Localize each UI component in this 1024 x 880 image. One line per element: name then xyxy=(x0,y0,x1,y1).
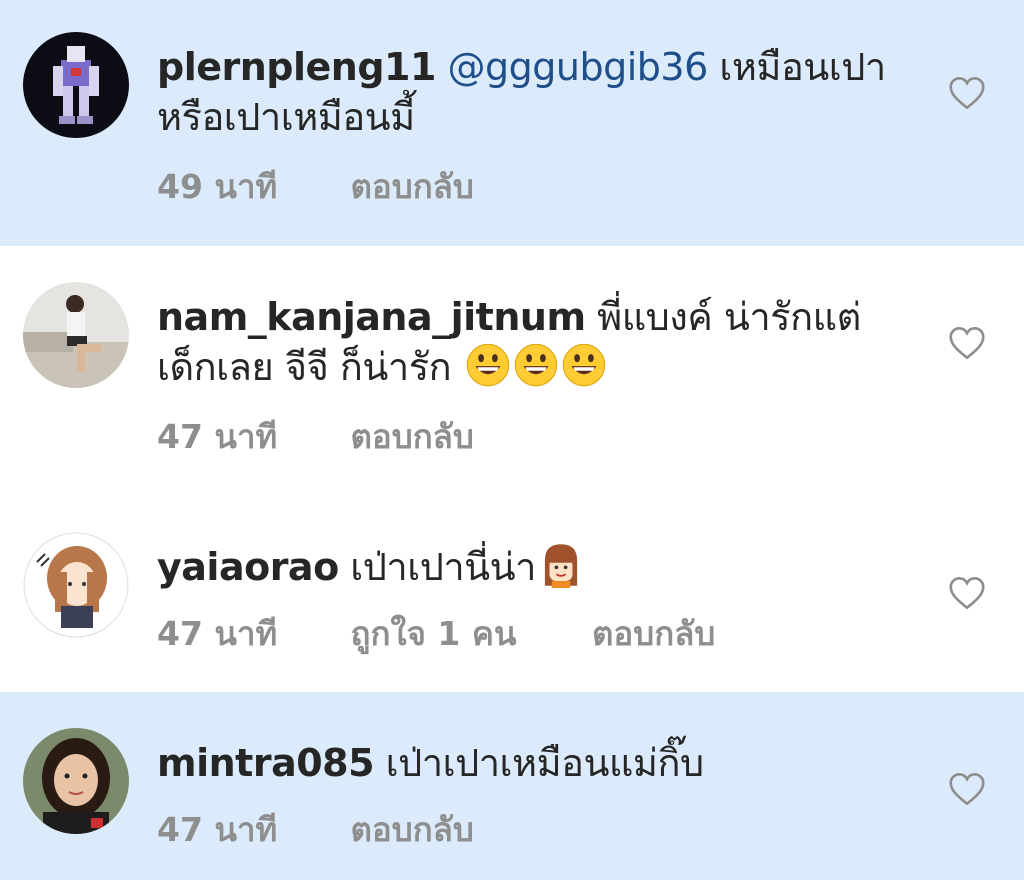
comment-meta: 47 นาที ตอบกลับ xyxy=(157,808,474,852)
comment-meta: 47 นาที ตอบกลับ xyxy=(157,415,474,459)
comment-body-line1: พี่แบงค์ น่ารักแต่ xyxy=(597,295,861,339)
comment-username[interactable]: nam_kanjana_jitnum xyxy=(157,295,586,339)
avatar-image xyxy=(23,532,129,638)
grinning-face-emoji xyxy=(562,343,606,387)
like-button[interactable] xyxy=(948,76,986,110)
heart-outline-icon xyxy=(949,577,985,610)
comment-time: 49 นาที xyxy=(157,167,278,206)
heart-outline-icon xyxy=(949,327,985,360)
heart-outline-icon xyxy=(949,773,985,806)
girl-emoji xyxy=(544,544,578,588)
grinning-face-emoji xyxy=(466,343,510,387)
likes-count-button[interactable]: ถูกใจ 1 คน xyxy=(351,612,581,656)
avatar-image xyxy=(23,282,129,388)
comment-body-line2: เด็กเลย จีจี ก็น่ารัก xyxy=(157,345,452,389)
comment-text: mintra085 เป่าเปาเหมือนแม่กิ๊บ xyxy=(157,738,917,788)
avatar-image xyxy=(23,32,129,138)
comment-time: 47 นาที xyxy=(157,810,278,849)
avatar[interactable] xyxy=(23,728,129,834)
comment-body-line1: เป่าเปาเหมือนแม่กิ๊บ xyxy=(385,741,704,785)
comment-item: mintra085 เป่าเปาเหมือนแม่กิ๊บ 47 นาที ต… xyxy=(0,692,1024,880)
like-button[interactable] xyxy=(948,772,986,806)
like-button[interactable] xyxy=(948,326,986,360)
comment-text: plernpleng11 @gggubgib36 เหมือนเปา หรือเ… xyxy=(157,42,917,142)
heart-outline-icon xyxy=(949,77,985,110)
comment-text: nam_kanjana_jitnum พี่แบงค์ น่ารักแต่ เด… xyxy=(157,292,917,392)
comment-mention[interactable]: @gggubgib36 xyxy=(448,45,709,89)
avatar[interactable] xyxy=(23,532,129,638)
comment-body-line1: เป่าเปานี่น่า xyxy=(350,545,536,589)
comment-meta: 47 นาที ถูกใจ 1 คน ตอบกลับ xyxy=(157,612,715,656)
comment-meta: 49 นาที ตอบกลับ xyxy=(157,165,474,209)
comment-item: nam_kanjana_jitnum พี่แบงค์ น่ารักแต่ เด… xyxy=(0,246,1024,496)
avatar-image xyxy=(23,728,129,834)
comment-username[interactable]: plernpleng11 xyxy=(157,45,436,89)
reply-button[interactable]: ตอบกลับ xyxy=(592,612,715,656)
comment-time: 47 นาที xyxy=(157,417,278,456)
like-button[interactable] xyxy=(948,576,986,610)
reply-button[interactable]: ตอบกลับ xyxy=(351,165,474,209)
comment-body-line1: เหมือนเปา xyxy=(719,45,886,89)
reply-button[interactable]: ตอบกลับ xyxy=(351,808,474,852)
comment-body-line2: หรือเปาเหมือนมี้ xyxy=(157,95,415,139)
comment-item: yaiaorao เป่าเปานี่น่า 47 นาที ถูกใจ 1 ค… xyxy=(0,496,1024,692)
avatar[interactable] xyxy=(23,32,129,138)
comment-username[interactable]: mintra085 xyxy=(157,741,375,785)
comment-text: yaiaorao เป่าเปานี่น่า xyxy=(157,542,917,592)
comment-item: plernpleng11 @gggubgib36 เหมือนเปา หรือเ… xyxy=(0,0,1024,246)
comment-time: 47 นาที xyxy=(157,614,278,653)
grinning-face-emoji xyxy=(514,343,558,387)
avatar[interactable] xyxy=(23,282,129,388)
comment-username[interactable]: yaiaorao xyxy=(157,545,339,589)
reply-button[interactable]: ตอบกลับ xyxy=(351,415,474,459)
